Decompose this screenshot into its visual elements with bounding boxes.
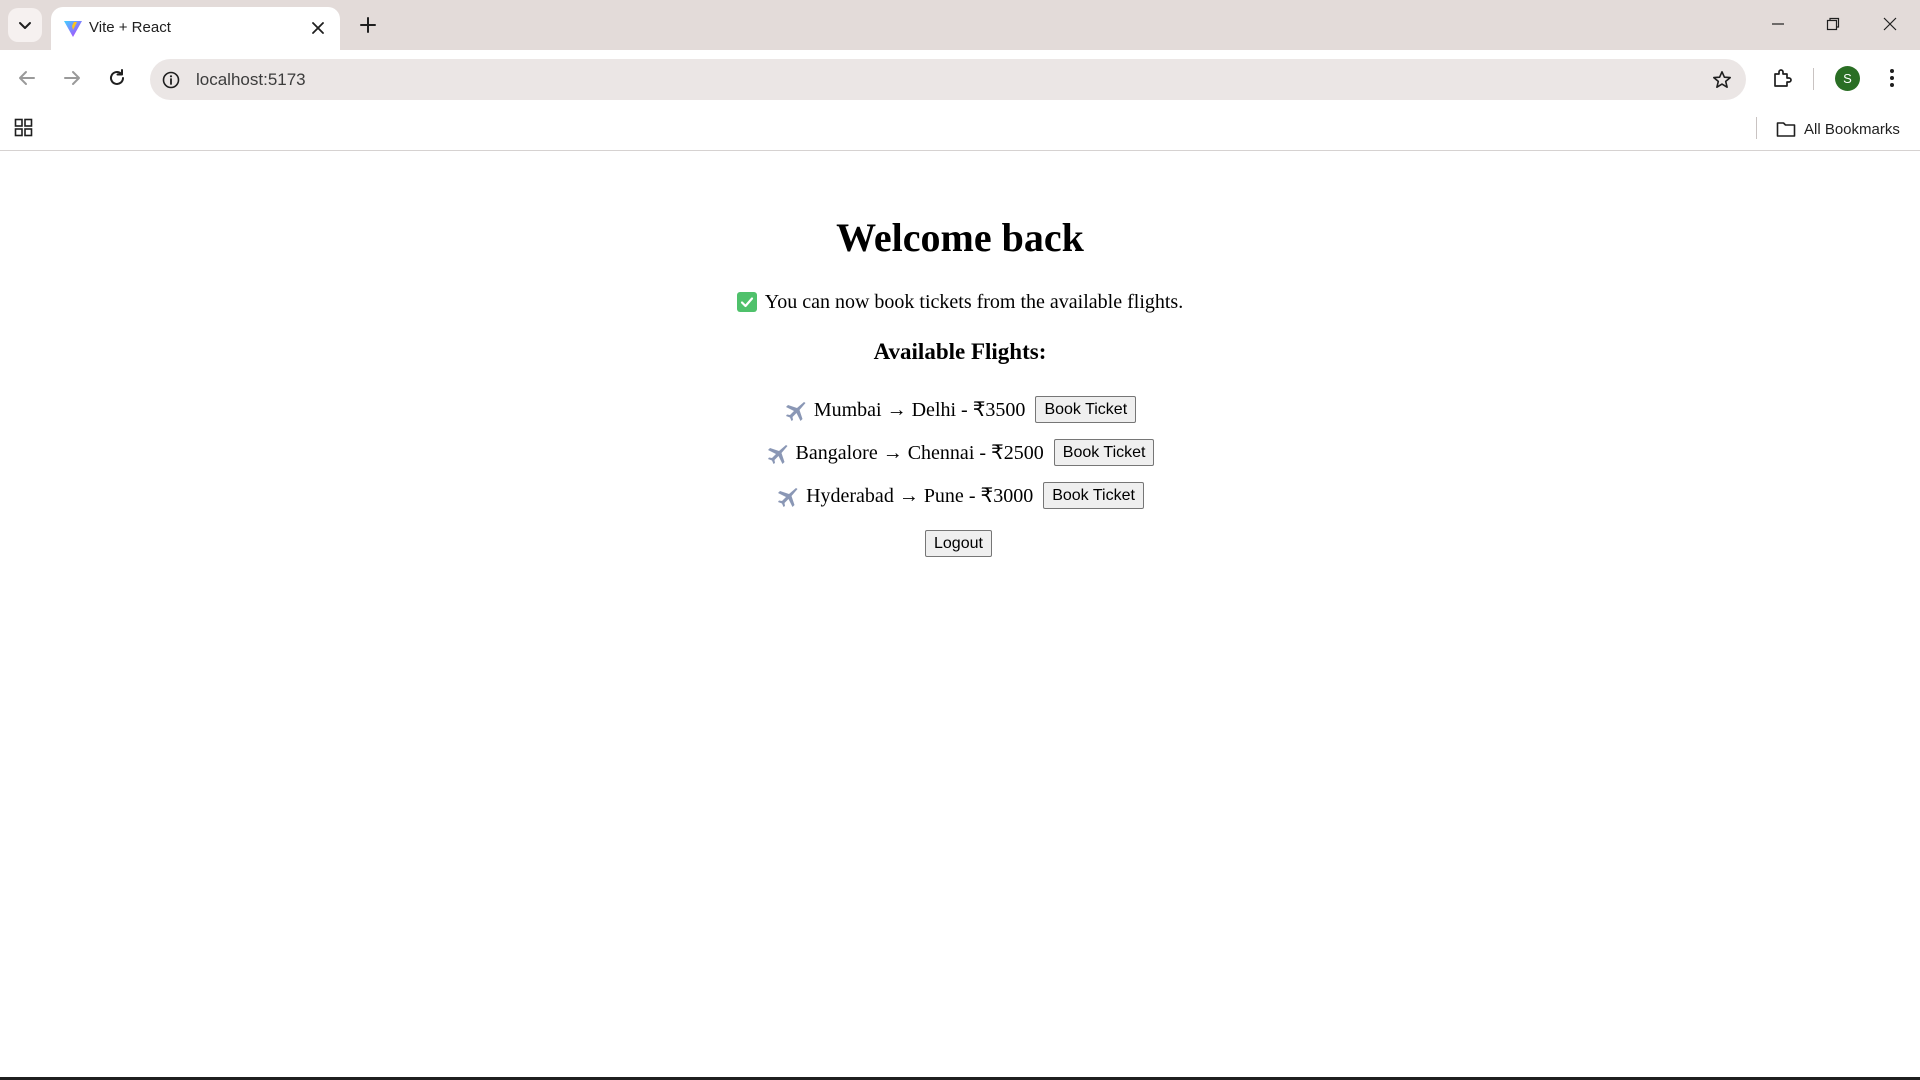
folder-icon bbox=[1776, 122, 1796, 137]
close-icon bbox=[312, 22, 324, 34]
forward-button[interactable] bbox=[55, 61, 89, 95]
flights-heading: Available Flights: bbox=[873, 339, 1047, 364]
minimize-button[interactable] bbox=[1758, 6, 1798, 42]
arrow-left-icon bbox=[19, 71, 35, 85]
minimize-icon bbox=[1772, 23, 1784, 25]
browser-menu-button[interactable] bbox=[1880, 61, 1904, 95]
check-mark-button-icon bbox=[736, 292, 757, 312]
back-button[interactable] bbox=[10, 61, 44, 95]
close-icon bbox=[1883, 17, 1897, 31]
tab-close-button[interactable] bbox=[308, 18, 328, 38]
star-icon bbox=[1713, 71, 1731, 88]
active-tab[interactable]: Vite + React bbox=[51, 7, 340, 50]
bookmark-star-button[interactable] bbox=[1710, 68, 1734, 92]
flight-item: Hyderabad → Pune - ₹3000 Book Ticket bbox=[0, 474, 1920, 517]
plus-icon bbox=[360, 17, 376, 33]
apps-grid-icon bbox=[14, 118, 33, 137]
restore-icon bbox=[1826, 17, 1840, 31]
browser-toolbar: localhost:5173 S bbox=[0, 50, 1920, 108]
restore-button[interactable] bbox=[1813, 6, 1853, 42]
flight-item: Mumbai → Delhi - ₹3500 Book Ticket bbox=[0, 388, 1920, 431]
close-window-button[interactable] bbox=[1870, 6, 1910, 42]
book-ticket-button[interactable]: Book Ticket bbox=[1043, 482, 1144, 509]
book-ticket-button[interactable]: Book Ticket bbox=[1053, 439, 1155, 466]
profile-avatar[interactable]: S bbox=[1835, 66, 1860, 91]
more-vert-icon bbox=[1890, 69, 1894, 87]
status-message: You can now book tickets from the availa… bbox=[0, 289, 1920, 315]
toolbar-divider bbox=[1813, 68, 1814, 90]
all-bookmarks-button[interactable]: All Bookmarks bbox=[1776, 116, 1900, 142]
status-message-text: You can now book tickets from the availa… bbox=[764, 291, 1184, 313]
book-ticket-button[interactable]: Book Ticket bbox=[1035, 396, 1137, 423]
info-icon bbox=[162, 71, 180, 89]
url-text[interactable]: localhost:5173 bbox=[196, 70, 306, 90]
puzzle-piece-icon bbox=[1774, 69, 1792, 87]
vite-logo-icon bbox=[64, 21, 82, 37]
all-bookmarks-label: All Bookmarks bbox=[1804, 120, 1900, 138]
bookmarks-bar: All Bookmarks bbox=[0, 108, 1920, 151]
flight-item: Bangalore → Chennai - ₹2500 Book Ticket bbox=[0, 431, 1920, 474]
page-title: Welcome back bbox=[836, 215, 1084, 260]
logout-button[interactable]: Logout bbox=[925, 530, 992, 557]
chevron-down-icon bbox=[19, 22, 31, 29]
flight-route: Mumbai → Delhi - ₹3500 bbox=[813, 399, 1026, 421]
apps-button[interactable] bbox=[12, 116, 36, 140]
arrow-right-icon bbox=[64, 71, 80, 85]
tab-strip: Vite + React bbox=[0, 0, 1920, 50]
page-content: Welcome back You can now book tickets fr… bbox=[0, 151, 1920, 1077]
new-tab-button[interactable] bbox=[352, 9, 384, 41]
address-bar[interactable]: localhost:5173 bbox=[150, 59, 1746, 100]
extensions-button[interactable] bbox=[1766, 61, 1800, 95]
flight-list: Mumbai → Delhi - ₹3500 Book Ticket Banga… bbox=[0, 388, 1920, 517]
flight-route: Bangalore → Chennai - ₹2500 bbox=[795, 442, 1044, 464]
reload-button[interactable] bbox=[100, 61, 134, 95]
flight-route: Hyderabad → Pune - ₹3000 bbox=[806, 485, 1034, 507]
reload-icon bbox=[110, 69, 124, 85]
tab-search-button[interactable] bbox=[8, 8, 42, 42]
browser-window: Vite + React localhost:5173 S All Bookma… bbox=[0, 0, 1920, 1080]
bookmarks-divider bbox=[1756, 117, 1757, 139]
airplane-icon bbox=[776, 485, 798, 507]
airplane-icon bbox=[766, 442, 788, 464]
site-info-button[interactable] bbox=[160, 69, 182, 91]
tab-title: Vite + React bbox=[89, 19, 171, 36]
airplane-icon bbox=[784, 399, 806, 421]
